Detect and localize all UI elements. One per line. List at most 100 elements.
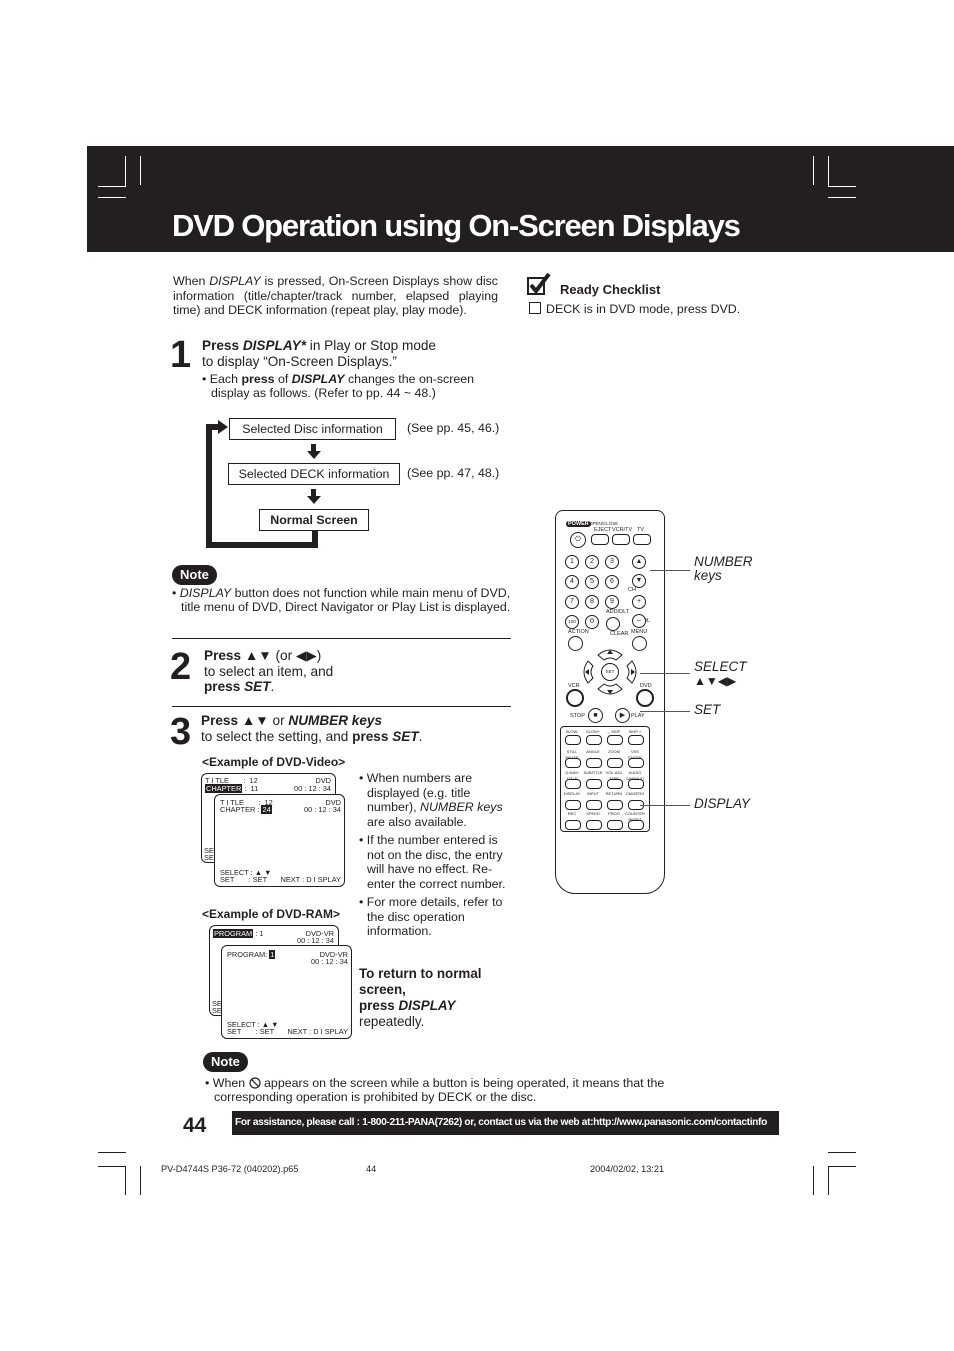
step1-bold: Press — [202, 338, 243, 353]
label: CLEAR — [610, 631, 629, 637]
label: ACTION — [568, 629, 589, 635]
osd-set: SET : SET — [220, 875, 268, 884]
set-button[interactable]: SET — [601, 663, 619, 681]
checklist-checkbox[interactable] — [529, 302, 541, 314]
callout-set: SET — [694, 702, 721, 717]
remote-key-still-pause[interactable] — [565, 758, 581, 768]
add-dlt-button[interactable] — [606, 617, 620, 631]
channel-down-button[interactable]: ▼ — [632, 574, 646, 588]
arrow-right-icon — [218, 420, 228, 434]
text: press — [241, 372, 275, 386]
crop-mark — [125, 156, 126, 187]
eject-button[interactable] — [591, 534, 609, 545]
remote-key-zoom[interactable] — [607, 758, 623, 768]
remote-key-speed[interactable] — [586, 820, 602, 830]
label: EJECT — [594, 527, 612, 533]
remote-key-d-navi-title[interactable] — [565, 779, 581, 789]
vcr-button[interactable] — [566, 689, 584, 707]
crop-mark — [813, 156, 814, 185]
number-key-3[interactable]: 3 — [605, 555, 619, 569]
leader-line — [650, 570, 690, 571]
number-key-100[interactable]: 100 — [565, 615, 579, 629]
return-instruction: To return to normal screen, press DISPLA… — [359, 966, 509, 1030]
divider — [172, 706, 511, 707]
remote-key-subtitle[interactable] — [586, 779, 602, 789]
text: DISPLAY — [398, 998, 456, 1013]
text: SET — [392, 728, 419, 744]
number-key-0[interactable]: 0 — [585, 615, 599, 629]
remote-key-slow[interactable] — [586, 735, 602, 745]
label: MENU — [631, 629, 648, 635]
text: or — [268, 713, 289, 728]
remote-key-vol-adj-tape-pos[interactable] — [607, 779, 623, 789]
power-button[interactable]: ⏻ — [570, 532, 586, 548]
text: repeatedly. — [359, 1014, 425, 1029]
number-key-6[interactable]: 6 — [605, 575, 619, 589]
bullet-item: • When numbers are displayed (e.g. title… — [359, 771, 503, 829]
remote-key-slow[interactable] — [565, 735, 581, 745]
osd-screen-front: T I TLE : 12 CHAPTER : 24 DVD 00 : 12 : … — [214, 794, 345, 887]
osd-chapter-label: CHAPTER : — [220, 805, 262, 814]
step1-text: Press DISPLAY* in Play or Stop mode to d… — [202, 338, 502, 369]
remote-key-skip[interactable] — [607, 735, 623, 745]
remote-key-counter-reset[interactable] — [628, 820, 644, 830]
note-badge: Note — [172, 565, 217, 585]
crop-mark — [828, 1166, 829, 1195]
number-key-7[interactable]: 7 — [565, 595, 579, 609]
bullet-item: • For more details, refer to the disc op… — [359, 895, 503, 938]
arrow-down-icon — [307, 496, 321, 504]
leader-line — [640, 805, 690, 806]
remote-key-rec[interactable] — [565, 820, 581, 830]
volume-up-button[interactable]: + — [632, 595, 646, 609]
slug-filename: PV-D4744S P36-72 (040202).p65 — [161, 1164, 299, 1174]
step1-bullet: • Each press of DISPLAY changes the on-s… — [202, 372, 475, 401]
number-key-9[interactable]: 9 — [605, 595, 619, 609]
number-key-4[interactable]: 4 — [565, 575, 579, 589]
remote-key-skip[interactable] — [628, 735, 644, 745]
number-key-2[interactable]: 2 — [585, 555, 599, 569]
crop-mark — [828, 197, 856, 198]
remote-key-prog[interactable] — [607, 820, 623, 830]
dvd-button[interactable] — [636, 689, 654, 707]
crop-mark — [98, 186, 126, 187]
text: to select an item, and — [204, 663, 334, 679]
text: SET — [244, 679, 271, 694]
checkmark-icon — [527, 272, 555, 296]
osd-next: NEXT : D I SPLAY — [280, 875, 341, 884]
text: are also available. — [367, 814, 467, 829]
channel-up-button[interactable]: ▲ — [632, 555, 646, 569]
vcr-tv-button[interactable] — [612, 534, 630, 545]
osd-screen-front: PROGRAM: 1 DVD-VR 00 : 12 : 34 SELECT : … — [221, 945, 352, 1039]
text: keys — [694, 568, 722, 583]
remote-key-angle[interactable] — [586, 758, 602, 768]
osd-next: NEXT : D I SPLAY — [287, 1027, 348, 1036]
number-key-5[interactable]: 5 — [585, 575, 599, 589]
tv-button[interactable] — [633, 534, 651, 545]
step-number: 1 — [170, 334, 191, 376]
remote-key-input[interactable] — [586, 800, 602, 810]
intro-text: When — [173, 274, 210, 288]
info-bullets: • When numbers are displayed (e.g. title… — [359, 771, 517, 943]
label: TV — [637, 527, 645, 533]
number-key-8[interactable]: 8 — [585, 595, 599, 609]
arrow-down-icon — [307, 451, 321, 459]
leader-line — [640, 711, 690, 712]
remote-key-display[interactable] — [565, 800, 581, 810]
text: to select the setting, and — [201, 728, 353, 744]
crop-mark — [140, 1166, 141, 1195]
text: press — [204, 679, 245, 694]
flow-box-disc-info: Selected Disc information — [229, 418, 396, 440]
remote-key-label: DISPLAY — [563, 791, 581, 796]
remote-key-return[interactable] — [607, 800, 623, 810]
osd-time: 00 : 12 : 34 — [297, 936, 334, 945]
osd-program-value: 1 — [269, 950, 276, 959]
volume-down-button[interactable]: – — [632, 614, 646, 628]
remote-key-vss-enter[interactable] — [628, 758, 644, 768]
stop-button[interactable]: ■ — [588, 708, 603, 723]
number-key-1[interactable]: 1 — [565, 555, 579, 569]
play-button[interactable]: ▶ — [615, 708, 630, 723]
text: (or ◀▶) — [271, 648, 322, 663]
osd-text: SE — [204, 853, 214, 862]
remote-key-audio-sap-hi-fi[interactable] — [628, 779, 644, 789]
label: STOP — [570, 713, 585, 719]
